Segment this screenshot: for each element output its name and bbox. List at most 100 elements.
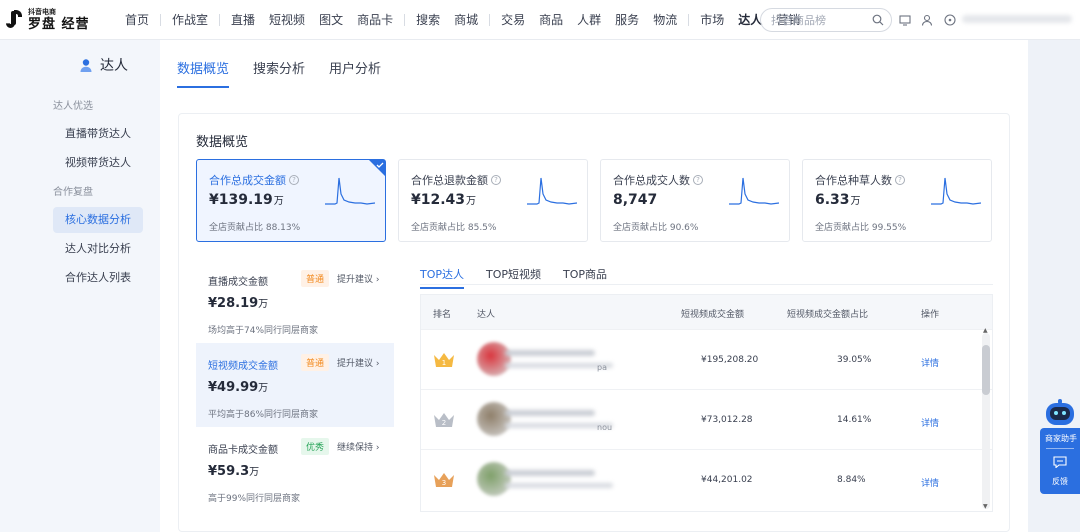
merchant-helper-widget[interactable]: 商家助手 反馈 [1040,398,1080,496]
metric-value-wrap: ¥49.99万 [208,379,268,395]
metric-unit: 万 [258,383,269,394]
nav-item[interactable]: 商品 [532,0,570,40]
question-icon[interactable]: ? [491,175,501,185]
blurred-account-name [962,15,1072,23]
merchant-helper-label[interactable]: 商家助手 [1042,433,1080,444]
scroll-up-icon[interactable]: ▲ [983,327,988,334]
sidebar-header: 达人 [0,40,160,90]
kpi-label: 合作总退款金额 [411,174,488,187]
table-scrollbar[interactable]: ▲ ▼ [982,327,990,510]
logo[interactable]: 抖音电商 罗盘 经营 [0,0,118,40]
top-tabs: TOP达人 TOP短视频 TOP商品 [420,266,607,289]
kpi-card[interactable]: 合作总成交人数? 8,747 全店贡献占比 90.6% [600,159,790,242]
metric-value-wrap: ¥59.3万 [208,463,259,479]
nav-item[interactable]: 交易 [494,0,532,40]
sidebar-item[interactable]: 核心数据分析 [53,207,143,233]
channel-metric[interactable]: 商品卡成交金额 优秀 继续保持 › ¥59.3万 高于99%同行同层商家 [196,427,394,511]
metric-value: ¥59.3 [208,464,250,479]
advice-link[interactable]: 提升建议 › [337,272,379,285]
page-tab[interactable]: 数据概览 [177,58,230,88]
kpi-card[interactable]: 合作总退款金额? ¥12.43万 全店贡献占比 85.5% [398,159,588,242]
search-input[interactable] [771,13,871,27]
channel-metric[interactable]: 短视频成交金额 普通 提升建议 › ¥49.99万 平均高于86%同行同层商家 [196,343,394,427]
nav-item[interactable]: 市场 [693,0,731,40]
talent-avatar[interactable] [477,402,511,436]
nav-separator [404,13,406,26]
search-icon[interactable] [872,14,884,26]
nav-item[interactable]: 商城 [447,0,485,40]
scroll-down-icon[interactable]: ▼ [983,503,988,510]
page-tab[interactable]: 搜索分析 [253,58,305,88]
nav-item[interactable]: 商品卡 [350,0,400,40]
top-tab[interactable]: TOP达人 [420,266,465,289]
rank-crown-icon: 1 [434,353,454,367]
search-box[interactable] [760,8,892,32]
feedback-label[interactable]: 反馈 [1040,476,1080,487]
nav-item[interactable]: 首页 [118,0,156,40]
user-icon[interactable] [920,13,934,27]
table-row: 1 pa ¥195,208.20 39.05% 详情 [421,329,992,389]
advice-link[interactable]: 提升建议 › [337,356,379,369]
sidebar-group-title: 达人优选 [53,101,93,112]
top-tab[interactable]: TOP商品 [563,266,607,289]
advice-link[interactable]: 继续保持 › [337,440,379,453]
robot-assistant-icon[interactable] [1043,398,1077,428]
nav-separator [688,13,690,26]
talent-share: 39.05% [837,355,872,365]
top-bar: 抖音电商 罗盘 经营 首页 作战室 直播 短视频 图文 商品卡 搜索 商城 交易 商品 人群 服务 物流… [0,0,1080,40]
talent-avatar[interactable] [477,462,511,496]
help-icon[interactable] [943,13,957,27]
channel-metric[interactable]: 直播成交金额 普通 提升建议 › ¥28.19万 场均高于74%同行同层商家 [196,259,394,343]
kpi-value-wrap: ¥12.43万 [411,192,476,208]
level-badge: 普通 [301,354,330,371]
nav-item[interactable]: 搜索 [409,0,447,40]
talent-share: 8.84% [837,475,866,485]
rank-number: 1 [442,359,446,367]
nav-item[interactable]: 人群 [570,0,608,40]
kpi-unit: 万 [273,196,284,207]
kpi-card[interactable]: 合作总种草人数? 6.33万 全店贡献占比 99.55% [802,159,992,242]
kpi-share: 全店贡献占比 99.55% [815,223,907,233]
blurred-talent-id [505,483,613,488]
nav-item[interactable]: 图文 [312,0,350,40]
scroll-thumb[interactable] [982,345,990,395]
sparkline-path [325,177,375,205]
header-share[interactable]: 短视频成交金额占比 [787,307,868,320]
header-rank: 排名 [433,310,452,320]
talent-share: 14.61% [837,415,872,425]
header-gmv[interactable]: 短视频成交金额 [681,307,744,320]
talent-id-suffix: nou [597,423,613,432]
page-tab[interactable]: 用户分析 [329,58,381,88]
monitor-icon[interactable] [898,13,912,27]
sparkline-path [931,177,981,205]
metric-value: ¥49.99 [208,380,259,395]
nav-item[interactable]: 直播 [224,0,262,40]
talent-avatar[interactable] [477,342,511,376]
question-icon[interactable]: ? [895,175,905,185]
detail-link[interactable]: 详情 [921,476,939,489]
feedback-icon[interactable] [1053,456,1067,468]
nav-item[interactable]: 服务 [608,0,646,40]
kpi-label-wrap: 合作总成交金额? [209,172,299,188]
talent-icon [80,59,92,72]
header-operation: 操作 [921,310,940,320]
kpi-card[interactable]: 合作总成交金额? ¥139.19万 全店贡献占比 88.13% [196,159,386,242]
question-icon[interactable]: ? [693,175,703,185]
sparkline [325,177,375,205]
detail-link[interactable]: 详情 [921,356,939,369]
sidebar-item[interactable]: 合作达人列表 [0,265,160,291]
sidebar-item[interactable]: 视频带货达人 [0,150,160,176]
top-tab[interactable]: TOP短视频 [486,266,541,289]
nav-item[interactable]: 物流 [646,0,684,40]
kpi-cards: 合作总成交金额? ¥139.19万 全店贡献占比 88.13% 合作总退款金额? ¥12… [196,159,992,242]
metric-compare: 场均高于74%同行同层商家 [208,326,319,336]
kpi-label: 合作总成交人数 [613,174,690,187]
sidebar-item[interactable]: 直播带货达人 [0,121,160,147]
kpi-value-wrap: 8,747 [613,192,658,208]
nav-item[interactable]: 短视频 [262,0,312,40]
nav-item[interactable]: 作战室 [165,0,215,40]
sidebar-item[interactable]: 达人对比分析 [0,236,160,262]
detail-link[interactable]: 详情 [921,416,939,429]
question-icon[interactable]: ? [289,175,299,185]
sidebar-group-title: 合作复盘 [53,187,93,198]
